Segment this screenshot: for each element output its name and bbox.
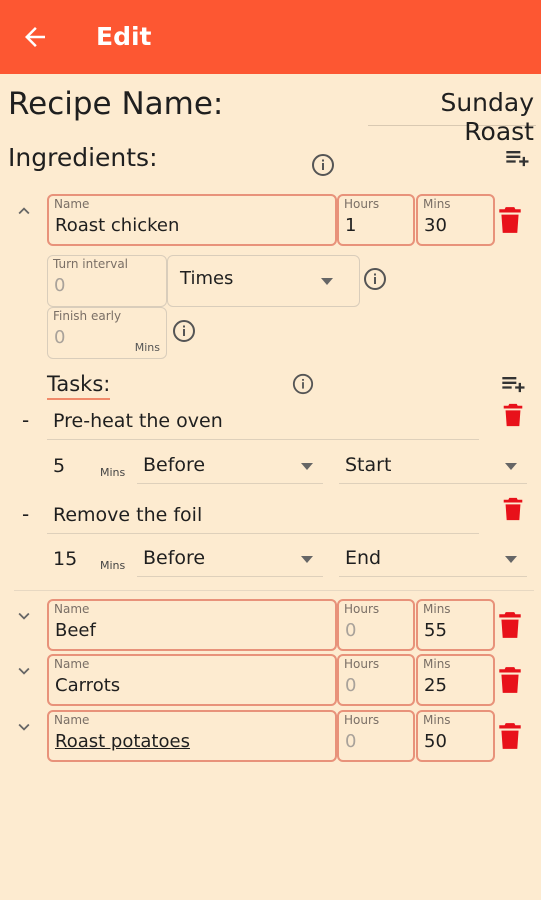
ingredient-name-value: Roast chicken	[55, 215, 180, 236]
chevron-down-icon[interactable]	[13, 605, 35, 631]
dropdown-caret-icon	[505, 556, 517, 563]
ingredient-name-value: Carrots	[55, 675, 121, 696]
ingredients-label: Ingredients:	[8, 143, 158, 172]
times-value: Times	[180, 268, 234, 289]
hours-field[interactable]: Hours 0	[337, 654, 415, 706]
hours-field[interactable]: Hours 0	[337, 710, 415, 762]
times-dropdown[interactable]: Times	[167, 255, 360, 307]
info-icon[interactable]	[363, 267, 387, 295]
delete-icon[interactable]	[497, 721, 523, 755]
info-icon[interactable]	[292, 373, 314, 399]
ingredient-name-field[interactable]: Name Roast potatoes	[47, 710, 337, 762]
mins-field[interactable]: Mins 30	[416, 194, 495, 246]
recipe-name-label: Recipe Name:	[8, 86, 224, 122]
task-anchor-dropdown[interactable]: Start	[339, 446, 527, 484]
turn-interval-field[interactable]: Turn interval 0	[47, 255, 167, 307]
task-mins-unit: Mins	[100, 466, 126, 479]
mins-field[interactable]: Mins 50	[416, 710, 495, 762]
hours-field[interactable]: Hours 0	[337, 599, 415, 651]
ingredient-name-field[interactable]: Name Roast chicken	[47, 194, 337, 246]
hours-value: 0	[345, 731, 357, 752]
task-dash: -	[22, 408, 30, 432]
ingredient-name-value: Beef	[55, 620, 96, 641]
task-mins-input[interactable]: 5	[53, 455, 65, 477]
info-icon[interactable]	[311, 153, 335, 181]
hours-value: 0	[345, 675, 357, 696]
hours-value: 1	[345, 215, 357, 236]
divider	[14, 590, 534, 591]
app-bar: Edit	[0, 0, 541, 74]
delete-icon[interactable]	[497, 665, 523, 699]
task-dash: -	[22, 502, 30, 526]
delete-icon[interactable]	[497, 205, 523, 239]
chevron-down-icon[interactable]	[13, 716, 35, 742]
mins-field[interactable]: Mins 25	[416, 654, 495, 706]
ingredient-name-field[interactable]: Name Carrots	[47, 654, 337, 706]
delete-icon[interactable]	[497, 610, 523, 644]
chevron-down-icon[interactable]	[13, 660, 35, 686]
task-mins-input[interactable]: 15	[53, 548, 77, 570]
dropdown-caret-icon	[321, 278, 333, 285]
chevron-up-icon[interactable]	[13, 200, 35, 226]
back-arrow-icon[interactable]	[20, 22, 50, 52]
recipe-name-input[interactable]: Sunday Roast	[368, 88, 536, 146]
mins-value: 55	[424, 620, 447, 641]
mins-field[interactable]: Mins 55	[416, 599, 495, 651]
finish-early-field[interactable]: Finish early 0 Mins	[47, 307, 167, 359]
dropdown-caret-icon	[505, 463, 517, 470]
task-mins-unit: Mins	[100, 559, 126, 572]
mins-value: 30	[424, 215, 447, 236]
dropdown-caret-icon	[301, 463, 313, 470]
mins-value: 50	[424, 731, 447, 752]
hours-value: 0	[345, 620, 357, 641]
tasks-label: Tasks:	[47, 372, 111, 400]
hours-field[interactable]: Hours 1	[337, 194, 415, 246]
add-task-icon[interactable]	[500, 370, 528, 402]
task-text-input[interactable]: Remove the foil	[47, 500, 479, 534]
turn-interval-value: 0	[54, 275, 66, 296]
delete-icon[interactable]	[501, 496, 525, 526]
ingredient-name-value: Roast potatoes	[55, 731, 190, 752]
task-relation-dropdown[interactable]: Before	[137, 539, 323, 577]
task-relation-dropdown[interactable]: Before	[137, 446, 323, 484]
finish-early-value: 0	[54, 327, 66, 348]
ingredient-name-field[interactable]: Name Beef	[47, 599, 337, 651]
task-text-input[interactable]: Pre-heat the oven	[47, 406, 479, 440]
dropdown-caret-icon	[301, 556, 313, 563]
mins-value: 25	[424, 675, 447, 696]
info-icon[interactable]	[172, 319, 196, 347]
delete-icon[interactable]	[501, 402, 525, 432]
add-ingredient-icon[interactable]	[504, 144, 532, 176]
app-bar-title: Edit	[96, 22, 152, 51]
task-anchor-dropdown[interactable]: End	[339, 539, 527, 577]
